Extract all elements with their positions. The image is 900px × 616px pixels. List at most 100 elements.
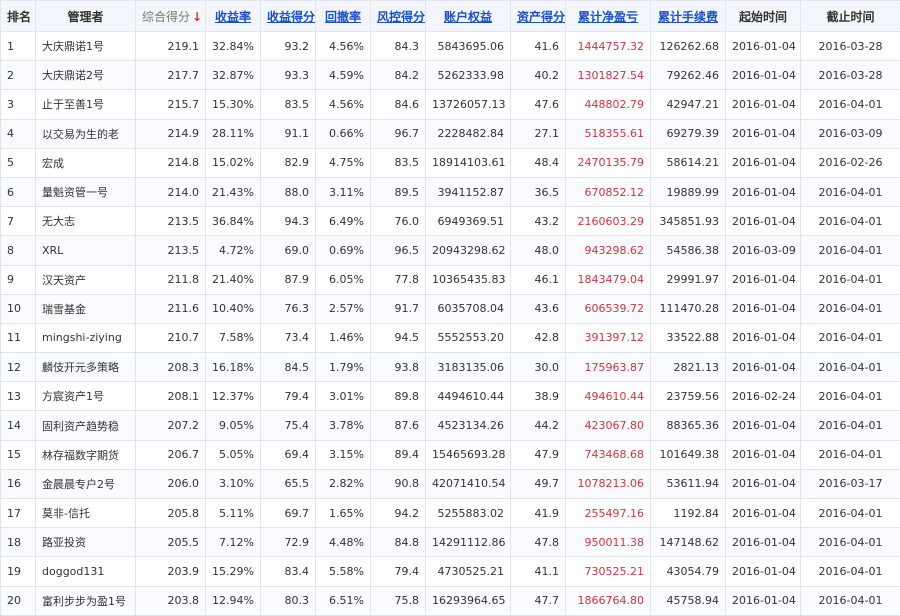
cell-drawdown: 1.79% [316, 353, 371, 382]
cell-end-time: 2016-03-09 [801, 119, 900, 148]
header-start-time: 起始时间 [726, 1, 801, 32]
cell-cum-pnl: 2470135.79 [566, 148, 651, 177]
cell-equity: 13726057.13 [426, 90, 511, 119]
header-equity-sort[interactable]: 账户权益 [426, 1, 511, 32]
table-row: 6量魁资管一号214.021.43%88.03.11%89.53941152.8… [1, 177, 900, 206]
header-asset-score-sort[interactable]: 资产得分 [511, 1, 566, 32]
cell-drawdown: 4.56% [316, 90, 371, 119]
cell-asset-score: 41.1 [511, 557, 566, 586]
cell-manager: 固利资产趋势稳 [36, 411, 136, 440]
cell-rank: 5 [1, 148, 36, 177]
cell-cum-fee: 1192.84 [651, 499, 726, 528]
cell-return-score: 87.9 [261, 265, 316, 294]
cell-rank: 4 [1, 119, 36, 148]
header-cum-fee-sort[interactable]: 累计手续费 [651, 1, 726, 32]
cell-return-score: 73.4 [261, 323, 316, 352]
cell-risk-score: 75.8 [371, 586, 426, 615]
cell-rank: 13 [1, 382, 36, 411]
cell-drawdown: 4.56% [316, 32, 371, 61]
cell-risk-score: 94.5 [371, 323, 426, 352]
cell-risk-score: 94.2 [371, 499, 426, 528]
cell-asset-score: 42.8 [511, 323, 566, 352]
cell-drawdown: 2.57% [316, 294, 371, 323]
cell-cum-fee: 126262.68 [651, 32, 726, 61]
cell-score: 211.8 [136, 265, 206, 294]
cell-risk-score: 84.8 [371, 528, 426, 557]
cell-asset-score: 44.2 [511, 411, 566, 440]
cell-start-time: 2016-01-04 [726, 32, 801, 61]
cell-asset-score: 41.6 [511, 32, 566, 61]
cell-score: 214.9 [136, 119, 206, 148]
table-row: 1大庆鼎诺1号219.132.84%93.24.56%84.35843695.0… [1, 32, 900, 61]
header-return-score-sort[interactable]: 收益得分 [261, 1, 316, 32]
cell-rank: 6 [1, 177, 36, 206]
cell-equity: 5843695.06 [426, 32, 511, 61]
cell-score: 208.1 [136, 382, 206, 411]
cell-cum-pnl: 730525.21 [566, 557, 651, 586]
cell-cum-fee: 58614.21 [651, 148, 726, 177]
cell-return-score: 76.3 [261, 294, 316, 323]
cell-drawdown: 1.65% [316, 499, 371, 528]
cell-start-time: 2016-01-04 [726, 499, 801, 528]
cell-score: 210.7 [136, 323, 206, 352]
cell-manager: 止于至善1号 [36, 90, 136, 119]
cell-rank: 9 [1, 265, 36, 294]
cell-return-score: 65.5 [261, 469, 316, 498]
cell-asset-score: 48.4 [511, 148, 566, 177]
cell-drawdown: 6.49% [316, 207, 371, 236]
header-drawdown-sort[interactable]: 回撤率 [316, 1, 371, 32]
header-risk-score-sort[interactable]: 风控得分 [371, 1, 426, 32]
cell-manager: 以交易为生的老 [36, 119, 136, 148]
cell-start-time: 2016-01-04 [726, 119, 801, 148]
header-score-sort[interactable]: 综合得分↓ [136, 1, 206, 32]
cell-start-time: 2016-01-04 [726, 528, 801, 557]
cell-return-rate: 3.10% [206, 469, 261, 498]
cell-end-time: 2016-04-01 [801, 382, 900, 411]
cell-risk-score: 89.5 [371, 177, 426, 206]
cell-equity: 2228482.84 [426, 119, 511, 148]
cell-equity: 4523134.26 [426, 411, 511, 440]
cell-manager: 大庆鼎诺1号 [36, 32, 136, 61]
cell-risk-score: 93.8 [371, 353, 426, 382]
header-cum-pnl-sort[interactable]: 累计净盈亏 [566, 1, 651, 32]
cell-cum-fee: 29991.97 [651, 265, 726, 294]
cell-equity: 3941152.87 [426, 177, 511, 206]
cell-cum-pnl: 448802.79 [566, 90, 651, 119]
cell-return-score: 79.4 [261, 382, 316, 411]
cell-rank: 14 [1, 411, 36, 440]
cell-score: 217.7 [136, 61, 206, 90]
cell-return-rate: 32.84% [206, 32, 261, 61]
cell-cum-fee: 88365.36 [651, 411, 726, 440]
cell-score: 219.1 [136, 32, 206, 61]
cell-return-score: 69.4 [261, 440, 316, 469]
cell-drawdown: 4.59% [316, 61, 371, 90]
cell-end-time: 2016-04-01 [801, 586, 900, 615]
cell-asset-score: 48.0 [511, 236, 566, 265]
cell-start-time: 2016-01-04 [726, 148, 801, 177]
cell-return-rate: 21.40% [206, 265, 261, 294]
cell-manager: XRL [36, 236, 136, 265]
cell-start-time: 2016-01-04 [726, 469, 801, 498]
cell-cum-pnl: 175963.87 [566, 353, 651, 382]
cell-asset-score: 43.2 [511, 207, 566, 236]
cell-start-time: 2016-02-24 [726, 382, 801, 411]
cell-return-rate: 12.94% [206, 586, 261, 615]
cell-return-score: 83.4 [261, 557, 316, 586]
sort-down-arrow-icon: ↓ [192, 10, 202, 24]
table-row: 12麟伎开元多策略208.316.18%84.51.79%93.83183135… [1, 353, 900, 382]
header-return-rate-sort[interactable]: 收益率 [206, 1, 261, 32]
cell-cum-fee: 147148.62 [651, 528, 726, 557]
table-row: 20富利步步为盈1号203.812.94%80.36.51%75.8162939… [1, 586, 900, 615]
cell-rank: 7 [1, 207, 36, 236]
cell-equity: 5262333.98 [426, 61, 511, 90]
cell-return-score: 75.4 [261, 411, 316, 440]
cell-manager: 金晨晨专户2号 [36, 469, 136, 498]
cell-return-rate: 4.72% [206, 236, 261, 265]
cell-manager: 无大志 [36, 207, 136, 236]
cell-cum-pnl: 518355.61 [566, 119, 651, 148]
cell-return-score: 91.1 [261, 119, 316, 148]
cell-end-time: 2016-04-01 [801, 440, 900, 469]
cell-equity: 14291112.86 [426, 528, 511, 557]
table-row: 8XRL213.54.72%69.00.69%96.520943298.6248… [1, 236, 900, 265]
cell-risk-score: 77.8 [371, 265, 426, 294]
